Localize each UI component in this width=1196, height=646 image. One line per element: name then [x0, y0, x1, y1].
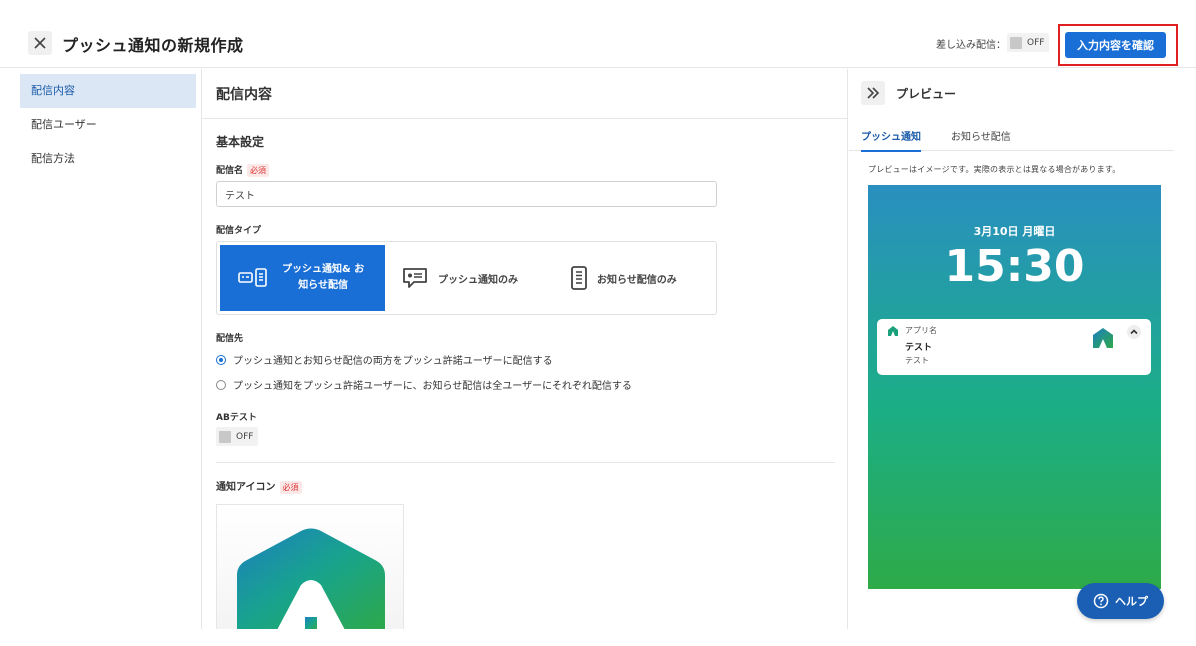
required-badge: 必須: [247, 164, 270, 177]
destination-option-separate-label: プッシュ通知をプッシュ許諾ユーザーに、お知らせ配信は全ユーザーにそれぞれ配信する: [233, 381, 632, 392]
notification-icon-label-text: 通知アイコン: [216, 482, 276, 493]
notification-app-name: アプリ名: [905, 326, 937, 335]
confirm-input-button[interactable]: 入力内容を確認: [1065, 32, 1166, 58]
toggle-state: OFF: [1027, 37, 1045, 48]
push-notice-icon: [238, 268, 267, 287]
page-header: プッシュ通知の新規作成 差し込み配信： OFF 入力内容を確認: [0, 0, 1196, 68]
phone-lockscreen: 3月10日 月曜日 15:30 アプリ名 テスト テスト: [868, 185, 1161, 589]
delivery-type-selector: プッシュ通知& お 知らせ配信 プッシュ通知のみ お知らせ配信のみ: [216, 241, 717, 315]
close-icon: [34, 37, 46, 49]
question-circle-icon: [1093, 593, 1109, 609]
lockscreen-time: 15:30: [944, 241, 1085, 292]
toggle-knob: [219, 430, 231, 443]
type-push-and-notice[interactable]: プッシュ通知& お 知らせ配信: [220, 245, 385, 311]
help-label: ヘルプ: [1115, 595, 1148, 608]
preview-tabs: プッシュ通知 お知らせ配信: [849, 123, 1174, 152]
sidebar-item-users[interactable]: 配信ユーザー: [20, 108, 196, 142]
preview-panel: プレビュー プッシュ通知 お知らせ配信 プレビューはイメージです。実際の表示とは…: [849, 69, 1196, 629]
preview-title: プレビュー: [896, 87, 957, 101]
preview-note: プレビューはイメージです。実際の表示とは異なる場合があります。: [868, 165, 1121, 174]
type-push-and-notice-line2: 知らせ配信: [298, 280, 348, 291]
type-push-only-label: プッシュ通知のみ: [438, 274, 518, 286]
destination-option-both[interactable]: プッシュ通知とお知らせ配信の両方をプッシュ許諾ユーザーに配信する: [216, 352, 553, 367]
required-badge: 必須: [279, 481, 302, 494]
notification-icon-upload[interactable]: [216, 504, 404, 629]
radio-checked[interactable]: [216, 354, 226, 365]
ab-test-label: ABテスト: [216, 413, 257, 423]
chevron-up-icon[interactable]: [1127, 325, 1141, 339]
basic-settings-title: 基本設定: [216, 135, 265, 149]
toggle-knob: [1010, 36, 1022, 49]
close-button[interactable]: [28, 31, 52, 55]
help-button[interactable]: ヘルプ: [1077, 583, 1164, 619]
merge-delivery-label: 差し込み配信：: [936, 40, 1006, 51]
delivery-name-label: 配信名 必須: [216, 163, 270, 177]
notification-icon-label: 通知アイコン 必須: [216, 478, 302, 494]
page-title: プッシュ通知の新規作成: [62, 36, 244, 55]
app-small-icon: [888, 326, 898, 336]
toggle-state: OFF: [236, 431, 254, 442]
sidebar: 配信内容 配信ユーザー 配信方法: [20, 69, 202, 629]
delivery-name-label-text: 配信名: [216, 166, 244, 176]
lockscreen-date: 3月10日 月曜日: [973, 225, 1056, 238]
confirm-highlight: 入力内容を確認: [1058, 24, 1178, 66]
notification-body: テスト: [905, 356, 929, 365]
double-chevron-right-icon: [867, 87, 880, 99]
merge-delivery-toggle[interactable]: OFF: [1007, 33, 1050, 52]
chat-bubble-icon: [403, 268, 427, 288]
sidebar-item-content[interactable]: 配信内容: [20, 74, 196, 108]
type-notice-only-label: お知らせ配信のみ: [597, 274, 677, 286]
app-logo-icon: [1093, 328, 1113, 348]
divider: [202, 118, 847, 119]
collapse-preview-button[interactable]: [861, 81, 885, 105]
type-push-only[interactable]: プッシュ通知のみ: [402, 245, 552, 311]
sidebar-item-method[interactable]: 配信方法: [20, 142, 196, 176]
destination-option-separate[interactable]: プッシュ通知をプッシュ許諾ユーザーに、お知らせ配信は全ユーザーにそれぞれ配信する: [216, 377, 632, 392]
tab-push-notification[interactable]: プッシュ通知: [861, 128, 921, 152]
radio-unchecked[interactable]: [216, 379, 226, 390]
type-push-and-notice-line1: プッシュ通知& お: [282, 264, 365, 275]
destination-option-both-label: プッシュ通知とお知らせ配信の両方をプッシュ許諾ユーザーに配信する: [233, 356, 553, 367]
divider: [216, 462, 835, 463]
section-title: 配信内容: [216, 87, 272, 103]
delivery-type-label: 配信タイプ: [216, 226, 262, 236]
ab-test-toggle[interactable]: OFF: [216, 427, 259, 446]
delivery-name-input[interactable]: [216, 181, 717, 207]
document-icon: [571, 266, 587, 290]
destination-label: 配信先: [216, 334, 244, 344]
notification-title: テスト: [905, 343, 933, 353]
notification-card: アプリ名 テスト テスト: [877, 319, 1151, 375]
main-form: 配信内容 基本設定 配信名必須 配信タイプ プッシュ通知& お 知らせ配信: [202, 69, 848, 629]
app-logo-icon: [237, 528, 385, 629]
tab-notice[interactable]: お知らせ配信: [951, 128, 1011, 150]
type-notice-only[interactable]: お知らせ配信のみ: [569, 245, 714, 311]
